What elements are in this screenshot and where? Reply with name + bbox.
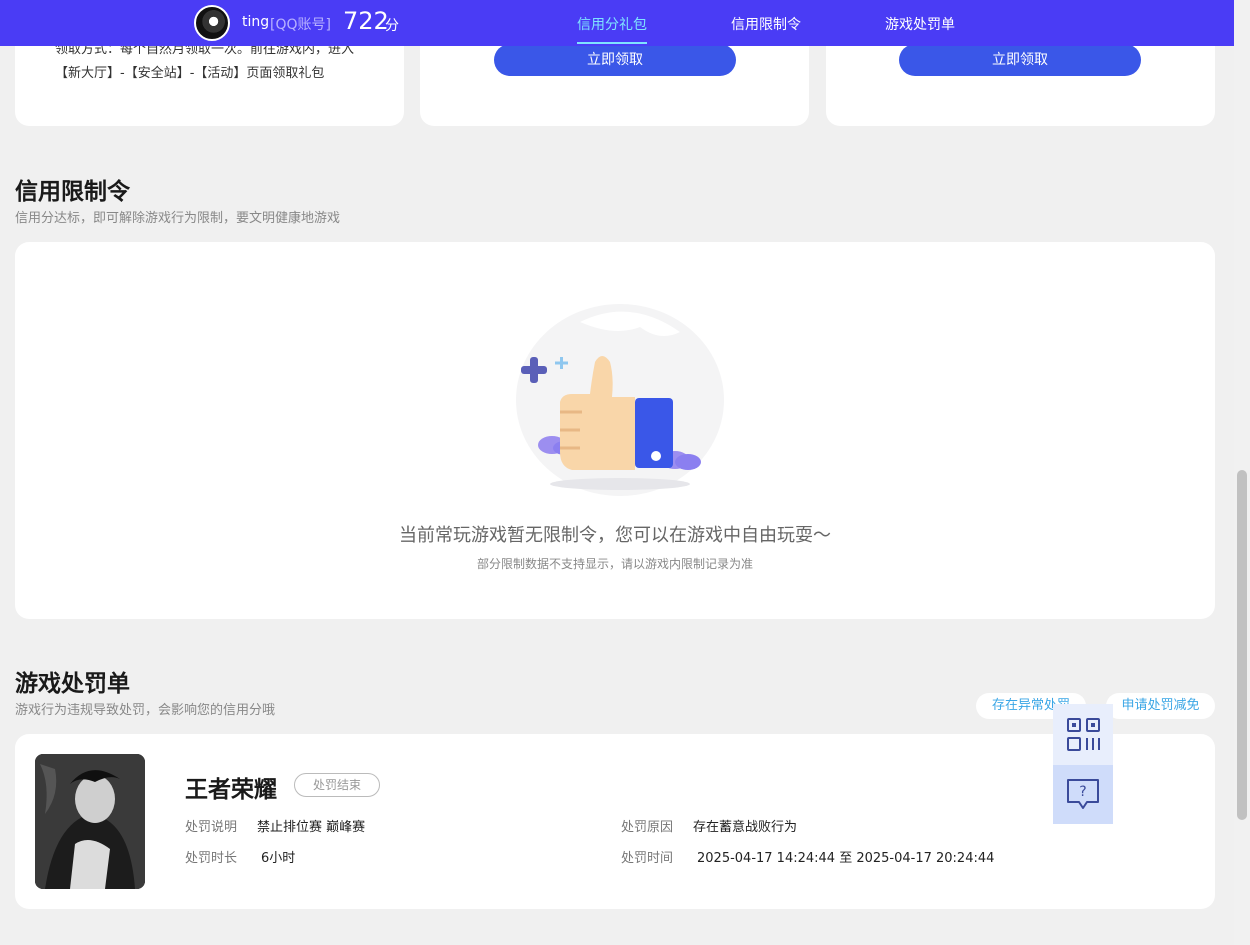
credit-score: 722 <box>343 7 389 35</box>
penalty-card: 王者荣耀 处罚结束 处罚说明 禁止排位赛 巅峰赛 处罚时长 6小时 处罚原因 存… <box>15 734 1215 909</box>
apply-penalty-reduction-button[interactable]: 申请处罚减免 <box>1106 693 1215 719</box>
penalty-time-value: 2025-04-17 14:24:44 至 2025-04-17 20:24:4… <box>697 851 995 866</box>
qr-code-icon <box>1067 718 1100 751</box>
username: ting <box>242 14 270 30</box>
status-badge: 处罚结束 <box>294 773 380 797</box>
page-scrollbar[interactable] <box>1234 0 1250 945</box>
top-nav-bar: ting [QQ账号] 722 分 信用分礼包 信用限制令 游戏处罚单 <box>0 0 1234 46</box>
restriction-section-subtitle: 信用分达标，即可解除游戏行为限制，要文明健康地游戏 <box>15 211 341 226</box>
empty-state-message: 当前常玩游戏暂无限制令，您可以在游戏中自由玩耍～ <box>399 525 831 546</box>
restriction-panel: 当前常玩游戏暂无限制令，您可以在游戏中自由玩耍～ 部分限制数据不支持显示，请以游… <box>15 242 1215 619</box>
penalty-desc-label: 处罚说明 <box>185 820 238 835</box>
avatar[interactable] <box>194 5 230 41</box>
help-chat-button[interactable]: ? <box>1053 765 1113 824</box>
claim-button[interactable]: 立即领取 <box>494 44 736 76</box>
penalty-desc-value: 禁止排位赛 巅峰赛 <box>257 820 366 835</box>
qr-code-button[interactable] <box>1053 704 1113 765</box>
empty-state-note: 部分限制数据不支持显示，请以游戏内限制记录为准 <box>476 557 753 571</box>
svg-text:?: ? <box>1079 784 1086 800</box>
penalty-reason-label: 处罚原因 <box>621 820 674 835</box>
help-chat-icon: ? <box>1067 779 1099 809</box>
penalty-section-title: 游戏处罚单 <box>15 671 130 697</box>
penalty-duration-value: 6小时 <box>261 851 296 866</box>
claim-button[interactable]: 立即领取 <box>899 44 1141 76</box>
account-type: [QQ账号] <box>270 17 331 33</box>
penalty-time-label: 处罚时间 <box>621 851 674 866</box>
tab-game-penalty[interactable]: 游戏处罚单 <box>885 14 955 34</box>
scrollbar-thumb[interactable] <box>1237 470 1247 820</box>
score-unit: 分 <box>385 18 399 34</box>
active-tab-underline <box>577 42 647 44</box>
penalty-section-subtitle: 游戏行为违规导致处罚，会影响您的信用分哦 <box>15 703 276 718</box>
restriction-section-title: 信用限制令 <box>15 179 130 205</box>
game-icon-image <box>35 754 145 889</box>
penalty-duration-label: 处罚时长 <box>185 851 238 866</box>
thumbs-up-illustration <box>516 304 724 496</box>
floating-widget: ? <box>1053 704 1113 824</box>
game-name: 王者荣耀 <box>185 777 277 803</box>
penalty-reason-value: 存在蓄意战败行为 <box>693 820 798 835</box>
tab-credit-gift[interactable]: 信用分礼包 <box>577 14 647 34</box>
tab-credit-restriction[interactable]: 信用限制令 <box>731 14 801 34</box>
